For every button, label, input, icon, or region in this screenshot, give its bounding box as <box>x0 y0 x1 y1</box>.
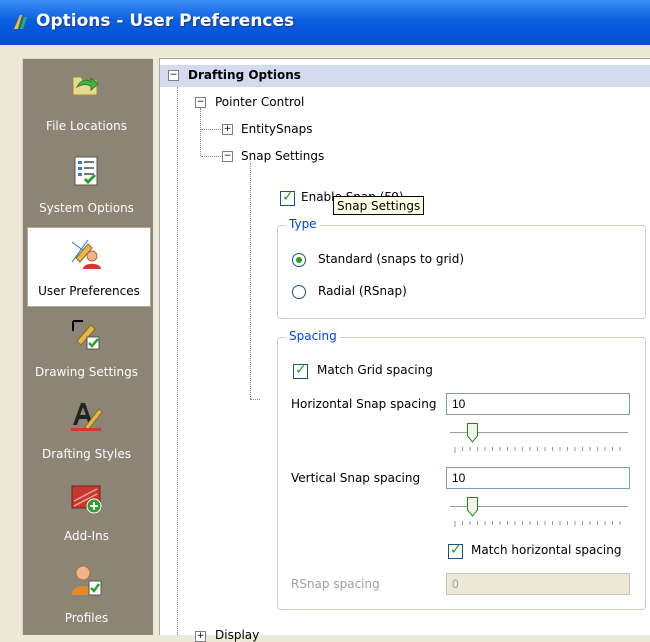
spacing-group: Spacing ✓ Match Grid spacing Horizontal … <box>277 329 646 610</box>
tree-node-display[interactable]: Display <box>215 628 259 642</box>
sidebar-item-label: Add-Ins <box>64 529 109 543</box>
window-title: Options - User Preferences <box>36 11 295 31</box>
match-grid-label: Match Grid spacing <box>317 363 433 377</box>
add-in-icon <box>71 485 102 514</box>
vertical-snap-ticks <box>454 521 621 527</box>
collapse-icon[interactable]: − <box>222 151 233 162</box>
horizontal-spacing-label: Horizontal Snap spacing <box>291 397 437 411</box>
enable-snap-checkbox[interactable]: ✓ <box>280 189 295 206</box>
sidebar-item-label: Profiles <box>64 611 109 625</box>
tree-guide <box>177 87 178 635</box>
options-sidebar: File Locations System Options User Prefe… <box>22 58 153 635</box>
sidebar-item-add-ins[interactable]: Add-Ins <box>23 473 150 553</box>
checklist-icon <box>74 156 98 186</box>
tree-guide <box>250 399 260 400</box>
options-tree: − Drafting Options − Pointer Control + E… <box>159 58 650 642</box>
user-pencil-icon <box>71 239 101 269</box>
expand-icon[interactable]: + <box>222 124 233 135</box>
expand-icon[interactable]: + <box>195 631 206 642</box>
checkmark-icon: ✓ <box>282 189 294 205</box>
radial-label: Radial (RSnap) <box>318 284 407 298</box>
checkmark-icon: ✓ <box>295 362 307 378</box>
tree-guide <box>201 156 221 157</box>
tree-guide <box>201 129 221 130</box>
folder-arrow-icon <box>72 76 99 96</box>
letter-a-pen-icon <box>71 403 103 431</box>
sidebar-item-user-preferences[interactable]: User Preferences <box>27 227 151 307</box>
sidebar-item-label: File Locations <box>46 119 127 133</box>
collapse-icon[interactable]: − <box>168 70 179 81</box>
sidebar-item-drawing-settings[interactable]: Drawing Settings <box>23 309 150 389</box>
rsnap-spacing-label: RSnap spacing <box>291 577 380 591</box>
vertical-spacing-label: Vertical Snap spacing <box>291 471 421 485</box>
sidebar-item-label: System Options <box>39 201 134 215</box>
sidebar-item-label: User Preferences <box>38 284 140 298</box>
standard-radio[interactable] <box>292 253 306 267</box>
collapse-icon[interactable]: − <box>195 97 206 108</box>
standard-label: Standard (snaps to grid) <box>318 252 465 266</box>
match-horizontal-label: Match horizontal spacing <box>471 543 622 557</box>
horizontal-snap-slider-thumb[interactable] <box>466 423 478 443</box>
tree-guide <box>200 108 201 156</box>
type-group-title: Type <box>286 217 320 231</box>
sidebar-item-label: Drawing Settings <box>35 365 138 379</box>
radial-radio[interactable] <box>292 285 306 299</box>
tree-node-entity-snaps[interactable]: EntitySnaps <box>241 122 312 136</box>
pencil-check-icon <box>72 320 100 350</box>
sidebar-item-label: Drafting Styles <box>41 447 131 461</box>
snap-settings-tooltip: Snap Settings <box>333 196 424 215</box>
radio-dot-icon <box>296 257 302 263</box>
section-header-drafting-options[interactable]: − Drafting Options <box>160 65 650 87</box>
sidebar-item-profiles[interactable]: Profiles <box>23 555 150 635</box>
match-grid-checkbox[interactable]: ✓ <box>293 362 308 379</box>
sidebar-item-system-options[interactable]: System Options <box>23 145 150 225</box>
title-bar: Options - User Preferences <box>0 0 650 45</box>
horizontal-snap-ticks <box>454 447 621 453</box>
horizontal-spacing-input[interactable] <box>446 393 630 415</box>
type-group: Type Standard (snaps to grid) Radial (RS… <box>277 217 646 319</box>
spacing-group-title: Spacing <box>286 329 340 343</box>
vertical-spacing-input[interactable] <box>446 467 630 489</box>
tree-node-pointer-control[interactable]: Pointer Control <box>215 95 304 109</box>
rsnap-spacing-input[interactable] <box>446 573 630 595</box>
tree-node-snap-settings[interactable]: Snap Settings <box>241 149 324 163</box>
sidebar-item-drafting-styles[interactable]: Drafting Styles <box>23 391 150 471</box>
tree-guide <box>250 163 251 399</box>
vertical-snap-slider-thumb[interactable] <box>466 497 478 517</box>
checkmark-icon: ✓ <box>450 542 462 558</box>
profile-icon <box>72 565 102 596</box>
section-title: Drafting Options <box>188 68 301 82</box>
sidebar-item-file-locations[interactable]: File Locations <box>23 59 150 139</box>
match-horizontal-checkbox[interactable]: ✓ <box>448 542 463 559</box>
app-icon <box>14 15 27 29</box>
